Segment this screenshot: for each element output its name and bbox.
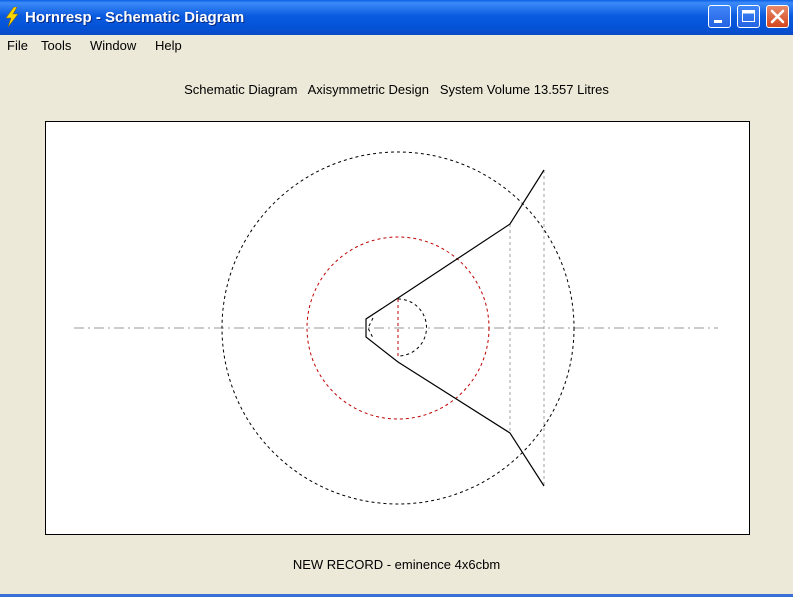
menu-bar: File Tools Window Help xyxy=(0,35,793,57)
menu-tools[interactable]: Tools xyxy=(41,38,71,53)
minimize-icon xyxy=(714,20,722,23)
maximize-icon xyxy=(742,10,755,22)
close-button[interactable] xyxy=(766,5,789,28)
schematic-diagram xyxy=(74,151,718,505)
menu-help[interactable]: Help xyxy=(155,38,182,53)
diagram-header: Schematic Diagram Axisymmetric Design Sy… xyxy=(184,82,609,97)
menu-file[interactable]: File xyxy=(7,38,28,53)
close-icon xyxy=(770,9,785,24)
horn-lower-profile xyxy=(365,328,545,487)
title-bar[interactable]: Hornresp - Schematic Diagram xyxy=(0,0,793,35)
schematic-canvas xyxy=(45,121,750,535)
menu-window[interactable]: Window xyxy=(90,38,136,53)
window-title: Hornresp - Schematic Diagram xyxy=(25,9,245,26)
maximize-button[interactable] xyxy=(737,5,760,28)
lightning-icon xyxy=(5,7,19,27)
horn-upper-profile xyxy=(365,169,545,328)
record-label: NEW RECORD - eminence 4x6cbm xyxy=(292,557,501,572)
minimize-button[interactable] xyxy=(708,5,731,28)
